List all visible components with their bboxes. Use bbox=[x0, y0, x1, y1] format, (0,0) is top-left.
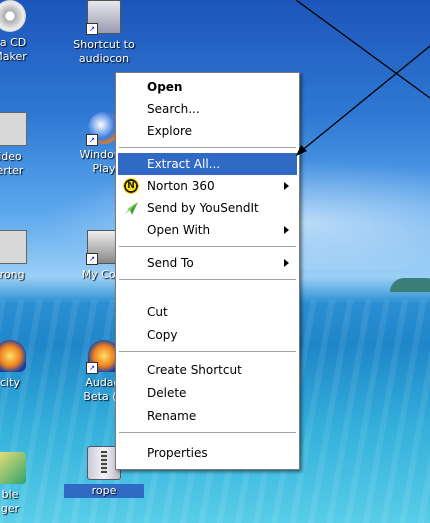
annotation-arrow-line bbox=[299, 45, 430, 153]
annotation-lines bbox=[295, 0, 430, 156]
annotation-line bbox=[295, 0, 430, 99]
desktop-background: ca CD Maker ideo erter trong city ble ge… bbox=[0, 0, 430, 523]
annotation-arrowhead-icon bbox=[296, 145, 307, 156]
